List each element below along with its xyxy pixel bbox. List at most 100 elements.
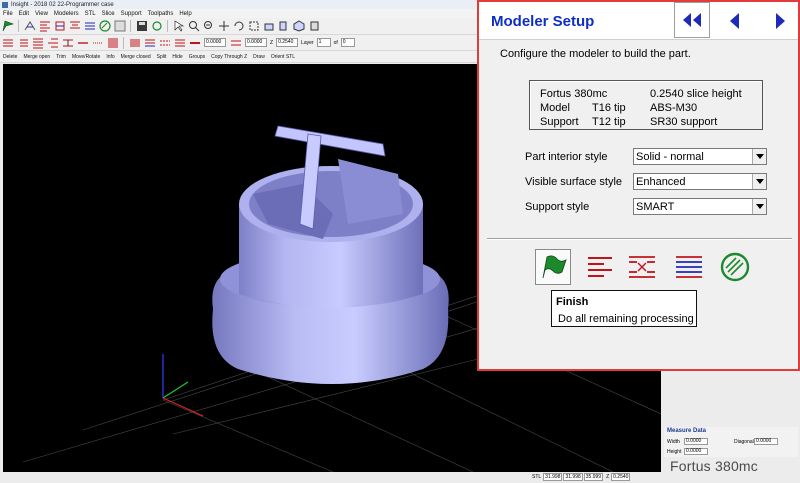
stack-dashed-icon[interactable]	[158, 36, 171, 49]
chevron-down-icon[interactable]	[752, 174, 766, 189]
layer-field[interactable]: 1	[316, 38, 331, 47]
chevron-down-icon[interactable]	[752, 199, 766, 214]
layer-range-icon[interactable]	[61, 36, 74, 49]
slice-icon[interactable]	[23, 20, 36, 33]
summary-support-material: SR30 support	[650, 116, 718, 128]
support-icon[interactable]	[68, 20, 81, 33]
layer-single-icon[interactable]	[76, 36, 89, 49]
layers-red-icon[interactable]	[38, 20, 51, 33]
title-bar: Insight - 2018 02 22-Programmer case	[0, 0, 478, 9]
value-field-2[interactable]: 0.0000	[245, 38, 267, 47]
layer-all-icon[interactable]	[106, 36, 119, 49]
summary-model-label: Model	[540, 102, 570, 114]
part-interior-style-select[interactable]: Solid - normal	[633, 148, 767, 165]
cmd-copy-through-z[interactable]: Copy Through Z	[208, 54, 250, 60]
cmd-merge-closed[interactable]: Merge closed	[118, 54, 154, 60]
height-icon[interactable]	[229, 36, 242, 49]
menu-view[interactable]: View	[32, 11, 51, 17]
stack-blue-icon[interactable]	[173, 36, 186, 49]
cmd-orient-stl[interactable]: Orient STL	[268, 54, 298, 60]
create-toolpaths-button[interactable]	[671, 249, 707, 285]
previous-step-button[interactable]	[722, 8, 746, 34]
view-iso-icon[interactable]	[292, 20, 305, 33]
layer-dots-icon[interactable]	[91, 36, 104, 49]
pan-icon[interactable]	[217, 20, 230, 33]
view-top-icon[interactable]	[262, 20, 275, 33]
cmd-merge-open[interactable]: Merge open	[20, 54, 53, 60]
stack-mixed-icon[interactable]	[143, 36, 156, 49]
cmd-delete[interactable]: Delete	[0, 54, 20, 60]
layer-first-icon[interactable]	[31, 36, 44, 49]
create-supports-button[interactable]	[624, 249, 660, 285]
fit-view-icon[interactable]	[247, 20, 260, 33]
cmd-split[interactable]: Split	[154, 54, 170, 60]
refresh-icon[interactable]	[150, 20, 163, 33]
tooltip-body: Do all remaining processing	[558, 313, 694, 325]
flag-icon[interactable]	[1, 20, 14, 33]
zoom-out-icon[interactable]	[202, 20, 215, 33]
summary-model-material: ABS-M30	[650, 102, 698, 114]
visible-surface-style-label: Visible surface style	[525, 176, 623, 188]
menu-bar: File Edit View Modelers STL Slice Support Toolp…	[0, 9, 478, 18]
chevron-down-icon[interactable]	[752, 149, 766, 164]
view-side-icon[interactable]	[307, 20, 320, 33]
slice-layers-icon	[588, 257, 612, 277]
finish-tooltip: Finish Do all remaining processing	[551, 290, 697, 327]
finish-button[interactable]	[535, 249, 571, 285]
z-label: Z	[270, 39, 274, 46]
supports-icon	[629, 256, 655, 278]
first-step-button[interactable]	[674, 2, 710, 38]
rotate-icon[interactable]	[232, 20, 245, 33]
width-icon[interactable]	[188, 36, 201, 49]
menu-help[interactable]: Help	[176, 11, 194, 17]
value-field-1[interactable]: 0.0000	[204, 38, 226, 47]
hatched-circle-icon	[720, 252, 750, 282]
dialog-title: Modeler Setup	[491, 13, 595, 30]
diagonal-label: Diagonal	[734, 439, 754, 445]
main-toolbar	[0, 18, 478, 35]
cmd-info[interactable]: Info	[103, 54, 117, 60]
z-field[interactable]: 0.2540	[276, 38, 299, 47]
green-flag-icon	[542, 255, 567, 279]
menu-file[interactable]: File	[0, 11, 16, 17]
menu-slice[interactable]: Slice	[99, 11, 118, 17]
toolbar-separator	[18, 20, 19, 32]
select-icon[interactable]	[172, 20, 185, 33]
support-style-select[interactable]: SMART	[633, 198, 767, 215]
view-front-icon[interactable]	[277, 20, 290, 33]
menu-support[interactable]: Support	[118, 11, 145, 17]
dialog-instructions: Configure the modeler to build the part.	[500, 48, 691, 60]
window-title: Insight - 2018 02 22-Programmer case	[11, 1, 114, 8]
stl-icon[interactable]	[53, 20, 66, 33]
layer-down-icon[interactable]	[16, 36, 29, 49]
cmd-move-rotate[interactable]: Move/Rotate	[69, 54, 103, 60]
save-icon[interactable]	[135, 20, 148, 33]
menu-modelers[interactable]: Modelers	[51, 11, 82, 17]
menu-edit[interactable]: Edit	[16, 11, 32, 17]
stack-red-icon[interactable]	[128, 36, 141, 49]
slice-button[interactable]	[582, 249, 618, 285]
cmd-hide[interactable]: Hide	[169, 54, 185, 60]
view-toolpaths-button[interactable]	[717, 249, 753, 285]
circle-hatch-icon[interactable]	[98, 20, 111, 33]
modeler-setup-dialog: Modeler Setup Configure the modeler to b…	[477, 0, 800, 371]
next-step-button[interactable]	[771, 8, 791, 34]
menu-toolpaths[interactable]: Toolpaths	[145, 11, 177, 17]
measure-title: Measure Data	[667, 428, 707, 434]
cmd-trim[interactable]: Trim	[53, 54, 69, 60]
toolpaths-icon	[676, 256, 702, 278]
toolpath-icon[interactable]	[83, 20, 96, 33]
visible-surface-style-select[interactable]: Enhanced	[633, 173, 767, 190]
zoom-in-icon[interactable]	[187, 20, 200, 33]
of-field: 0	[340, 38, 355, 47]
edit-toolbar: Delete Merge open Trim Move/Rotate Info Merge…	[0, 51, 478, 63]
support-style-value: SMART	[636, 201, 675, 213]
menu-stl[interactable]: STL	[82, 11, 99, 17]
cmd-groups[interactable]: Groups	[186, 54, 208, 60]
status-z-label: Z	[606, 473, 610, 480]
grid-icon[interactable]	[113, 20, 126, 33]
layer-last-icon[interactable]	[46, 36, 59, 49]
height-value: 0.0000	[684, 448, 708, 455]
layer-up-icon[interactable]	[1, 36, 14, 49]
cmd-draw[interactable]: Draw	[250, 54, 268, 60]
